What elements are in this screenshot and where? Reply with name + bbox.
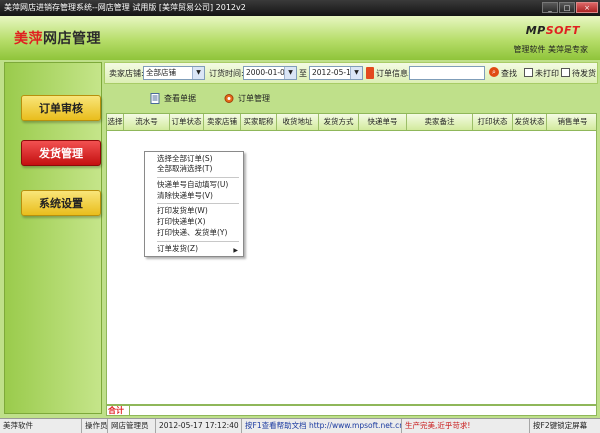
search-icon[interactable]: ⌕	[489, 67, 499, 77]
menu-item-auto-fill-tracking[interactable]: 快递单号自动填写(U)	[157, 180, 228, 190]
status-operator: 网店管理员	[108, 419, 156, 433]
col-print-status[interactable]: 打印状态	[473, 114, 513, 130]
pending-ship-checkbox[interactable]	[561, 68, 570, 77]
menu-separator	[157, 241, 239, 242]
search-button[interactable]: 查找	[501, 68, 517, 79]
date-from-picker[interactable]: 2000-01-01 ▼	[243, 66, 297, 80]
close-button[interactable]: ×	[576, 2, 598, 13]
status-lock: 按F2键锁定屏幕	[533, 421, 588, 430]
col-select[interactable]: 选择	[107, 114, 124, 130]
status-app: 美萍软件	[0, 419, 82, 433]
col-seller-store[interactable]: 卖家店铺	[204, 114, 241, 130]
status-operator-label: 操作员	[82, 419, 108, 433]
calendar-icon[interactable]	[366, 67, 374, 79]
col-serial[interactable]: 流水号	[124, 114, 170, 130]
total-divider	[129, 406, 130, 416]
chevron-down-icon: ▼	[192, 67, 204, 79]
view-order-button[interactable]: 查看单据	[150, 93, 196, 104]
menu-item-print-both[interactable]: 打印快递、发货单(Y)	[157, 228, 227, 238]
chevron-right-icon: ▶	[233, 247, 238, 254]
table-header: 选择 流水号 订单状态 卖家店铺 买家昵称 收货地址 发货方式 快递单号 卖家备…	[107, 114, 596, 131]
order-info-input[interactable]	[409, 66, 485, 80]
col-seller-note[interactable]: 卖家备注	[407, 114, 473, 130]
window-titlebar: 美萍网店进销存管理系统--网店管理 试用版 [美萍贸易公司] 2012v2 _ …	[0, 0, 600, 16]
status-datetime: 2012-05-17 17:12:40	[156, 419, 242, 433]
document-icon	[150, 93, 160, 104]
col-tracking-no[interactable]: 快递单号	[359, 114, 407, 130]
logo-text: 网店管理	[43, 31, 101, 47]
total-label: 合计	[108, 406, 124, 415]
vendor-slogan: 管理软件 美萍是专家	[513, 45, 588, 54]
order-info-label: 订单信息:	[376, 69, 411, 78]
store-select-value: 全部店铺	[146, 68, 176, 77]
minimize-button[interactable]: _	[542, 2, 558, 13]
col-sales-no[interactable]: 销售单号	[547, 114, 596, 130]
col-buyer-nick[interactable]: 买家昵称	[241, 114, 277, 130]
menu-item-clear-tracking[interactable]: 清除快递单号(V)	[157, 191, 213, 201]
nav-order-review[interactable]: 订单审核	[21, 95, 101, 121]
status-bar: 美萍软件 操作员 网店管理员 2012-05-17 17:12:40 按F1查看…	[0, 418, 600, 433]
window-controls: _ □ ×	[542, 2, 598, 13]
col-address[interactable]: 收货地址	[277, 114, 319, 130]
col-ship-method[interactable]: 发货方式	[319, 114, 359, 130]
menu-item-print-express[interactable]: 打印快递单(X)	[157, 217, 206, 227]
menu-item-deselect-all[interactable]: 全部取消选择(T)	[157, 164, 212, 174]
window-title: 美萍网店进销存管理系统--网店管理 试用版 [美萍贸易公司] 2012v2	[4, 3, 246, 12]
date-to-label: 至	[299, 69, 307, 78]
totals-bar: 合计	[106, 405, 597, 416]
filter-bar: 卖家店铺: 全部店铺 ▼ 订货时间: 2000-01-01 ▼ 至 2012-0…	[104, 62, 598, 84]
vendor-logo-soft: SOFT	[545, 24, 580, 37]
maximize-button[interactable]: □	[559, 2, 575, 13]
app-header: 美萍网店管理 MPSOFT 管理软件 美萍是专家	[0, 16, 600, 60]
pending-ship-label: 待发货	[572, 69, 596, 78]
store-select[interactable]: 全部店铺 ▼	[143, 66, 205, 80]
order-manage-button[interactable]: 订单管理	[224, 93, 270, 104]
vendor-logo: MPSOFT	[526, 24, 580, 37]
vendor-logo-mp: MP	[525, 24, 546, 37]
unprinted-label: 未打印	[535, 69, 559, 78]
menu-item-select-all[interactable]: 选择全部订单(S)	[157, 154, 213, 164]
gear-icon	[224, 94, 234, 103]
menu-separator	[157, 177, 239, 178]
logo-brand: 美萍	[14, 31, 43, 47]
order-manage-label: 订单管理	[238, 94, 270, 103]
order-time-label: 订货时间:	[209, 69, 244, 78]
store-label: 卖家店铺:	[109, 69, 144, 78]
app-logo: 美萍网店管理	[14, 28, 101, 48]
toolbar: 查看单据 订单管理	[104, 86, 598, 112]
menu-item-ship-order[interactable]: 订单发货(Z)	[157, 244, 198, 254]
nav-shipping-manage[interactable]: 发货管理	[21, 140, 101, 166]
chevron-down-icon: ▼	[350, 67, 362, 79]
nav-system-settings[interactable]: 系统设置	[21, 190, 101, 216]
chevron-down-icon: ▼	[284, 67, 296, 79]
col-ship-status[interactable]: 发货状态	[513, 114, 547, 130]
status-motto: 生产完美,近乎苛求!	[402, 419, 530, 433]
sidebar: 订单审核 发货管理 系统设置	[4, 62, 102, 414]
unprinted-checkbox[interactable]	[524, 68, 533, 77]
col-order-status[interactable]: 订单状态	[170, 114, 204, 130]
view-order-label: 查看单据	[164, 94, 196, 103]
context-menu: 选择全部订单(S) 全部取消选择(T) 快递单号自动填写(U) 清除快递单号(V…	[144, 151, 244, 257]
menu-item-print-delivery[interactable]: 打印发货单(W)	[157, 206, 208, 216]
menu-separator	[157, 203, 239, 204]
status-help[interactable]: 按F1查看帮助文档 http://www.mpsoft.net.cn	[242, 419, 402, 433]
date-to-picker[interactable]: 2012-05-17 ▼	[309, 66, 363, 80]
